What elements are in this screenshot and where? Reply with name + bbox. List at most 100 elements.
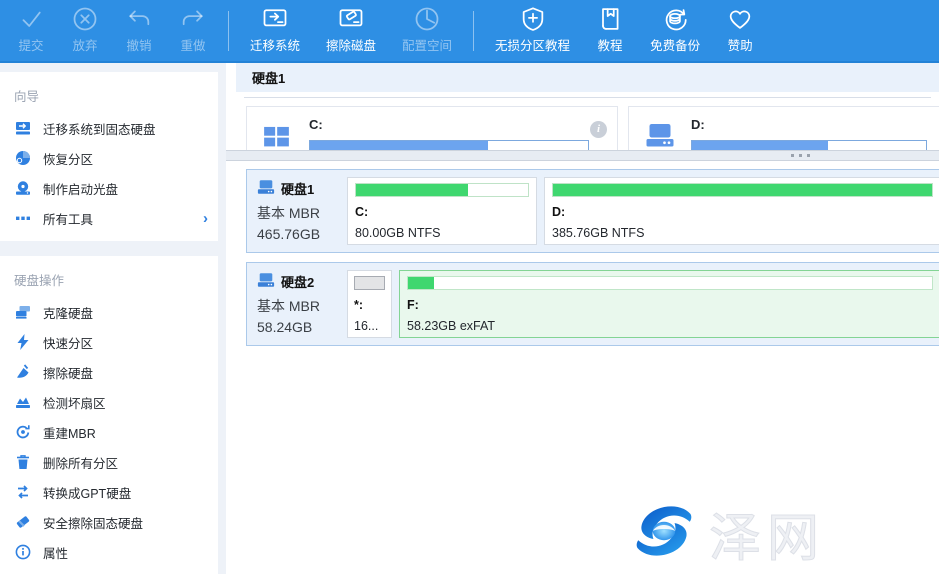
tab-disk1[interactable]: 硬盘1 — [236, 68, 285, 87]
toolbar-separator — [473, 11, 474, 51]
cancel-circle-icon — [71, 5, 99, 33]
sidebar-item-secure-erase-ssd[interactable]: 安全擦除固态硬盘 — [0, 507, 218, 537]
partition-info: 16... — [354, 319, 385, 333]
sidebar-item-delete-all-partitions[interactable]: 删除所有分区 — [0, 447, 218, 477]
partition-info: 385.76GB NTFS — [552, 226, 933, 240]
overview-drive-label: C: — [309, 117, 323, 132]
heart-icon — [726, 5, 754, 33]
eraser-icon — [14, 514, 31, 531]
usage-bar — [355, 183, 529, 197]
allocate-space-button[interactable]: 配置空间 — [389, 1, 465, 61]
sidebar-section-wizards: 向导 迁移系统到固态硬盘 恢复分区 制作启动光盘 所有工具 › — [0, 72, 218, 241]
sidebar-section-disk-operations: 硬盘操作 克隆硬盘 快速分区 擦除硬盘 检测坏扇区 重建MBR — [0, 256, 218, 574]
partition-drive-label: *: — [354, 298, 385, 312]
undo-icon — [125, 5, 153, 33]
toolbar: 提交 放弃 撤销 重做 迁移系统 擦除磁盘 配置空间 无损分区 — [0, 0, 939, 63]
overview-card-d[interactable]: D: — [628, 106, 939, 150]
disk-row-2[interactable]: 硬盘2 基本 MBR 58.24GB *: 16... F: 58.23GB e… — [246, 262, 939, 346]
splitter-handle[interactable] — [226, 150, 939, 161]
sidebar-item-label: 转换成GPT硬盘 — [43, 483, 131, 502]
hard-drive-icon — [257, 180, 275, 198]
partition-drive-label: F: — [407, 298, 933, 312]
pie-clock-icon — [413, 5, 441, 33]
info-icon[interactable]: i — [590, 121, 607, 138]
sidebar-item-label: 重建MBR — [43, 423, 96, 442]
rebuild-circular-arrow-icon — [14, 424, 31, 441]
partition-info: 80.00GB NTFS — [355, 226, 529, 240]
hard-drive-icon — [645, 123, 675, 150]
partition-f-selected[interactable]: F: 58.23GB exFAT — [399, 270, 939, 338]
overview-card-c[interactable]: C: i — [246, 106, 618, 150]
backup-database-icon — [660, 5, 690, 33]
bootable-disc-icon — [14, 180, 31, 197]
overview-usage-bar-c — [309, 140, 589, 150]
sidebar-item-label: 迁移系统到固态硬盘 — [43, 119, 156, 138]
main-panel: 硬盘1 C: i D: — [226, 63, 939, 574]
sidebar: 向导 迁移系统到固态硬盘 恢复分区 制作启动光盘 所有工具 › 硬盘操作 — [0, 65, 218, 574]
clone-disks-icon — [14, 304, 31, 321]
disk-overview: C: i D: — [226, 92, 939, 150]
partition-drive-label: C: — [355, 205, 529, 219]
usage-bar — [552, 183, 933, 197]
sidebar-item-recover-partition[interactable]: 恢复分区 — [0, 143, 218, 173]
disk-size: 58.24GB — [257, 319, 347, 335]
sidebar-item-label: 制作启动光盘 — [43, 179, 118, 198]
overview-divider — [244, 97, 931, 98]
shield-plus-icon — [519, 5, 547, 33]
discard-button[interactable]: 放弃 — [58, 1, 112, 61]
disk-tabstrip: 硬盘1 — [236, 63, 939, 92]
sidebar-item-convert-to-gpt[interactable]: 转换成GPT硬盘 — [0, 477, 218, 507]
sidebar-item-make-bootable-media[interactable]: 制作启动光盘 — [0, 173, 218, 203]
section-title-wizards: 向导 — [0, 78, 218, 113]
free-backup-button[interactable]: 免费备份 — [637, 1, 713, 61]
redo-icon — [179, 5, 207, 33]
book-icon — [596, 5, 624, 33]
check-icon — [17, 5, 45, 33]
section-title-disk-operations: 硬盘操作 — [0, 262, 218, 297]
usage-bar — [354, 276, 385, 290]
disk1-meta: 硬盘1 基本 MBR 465.76GB — [247, 170, 347, 252]
convert-swap-icon — [14, 484, 31, 501]
tutorial-button[interactable]: 教程 — [583, 1, 637, 61]
sidebar-item-clone-disk[interactable]: 克隆硬盘 — [0, 297, 218, 327]
sidebar-item-quick-partition[interactable]: 快速分区 — [0, 327, 218, 357]
hard-drive-icon — [257, 273, 275, 291]
partition-unnamed[interactable]: *: 16... — [347, 270, 392, 338]
sidebar-item-wipe-disk[interactable]: 擦除硬盘 — [0, 357, 218, 387]
sidebar-item-label: 安全擦除固态硬盘 — [43, 513, 143, 532]
disk-row-1[interactable]: 硬盘1 基本 MBR 465.76GB C: 80.00GB NTFS D: 3… — [246, 169, 939, 253]
migrate-os-button[interactable]: 迁移系统 — [237, 1, 313, 61]
ellipsis-icon — [14, 210, 31, 227]
wipe-disk-button[interactable]: 擦除磁盘 — [313, 1, 389, 61]
undo-button[interactable]: 撤销 — [112, 1, 166, 61]
overview-usage-bar-d — [691, 140, 927, 150]
sidebar-item-label: 克隆硬盘 — [43, 303, 93, 322]
wipe-disk-icon — [336, 5, 366, 33]
sidebar-item-label: 快速分区 — [43, 333, 93, 352]
windows-logo-icon — [263, 123, 293, 150]
disk-name: 硬盘1 — [281, 179, 314, 198]
sidebar-item-label: 属性 — [43, 543, 68, 562]
sidebar-item-rebuild-mbr[interactable]: 重建MBR — [0, 417, 218, 447]
info-circle-icon — [14, 544, 31, 561]
usage-bar — [407, 276, 933, 290]
partition-c[interactable]: C: 80.00GB NTFS — [347, 177, 537, 245]
splitter-dots-icon — [791, 154, 810, 157]
lossless-partition-tutorial-button[interactable]: 无损分区教程 — [482, 1, 583, 61]
disk-type: 基本 MBR — [257, 203, 347, 223]
chevron-right-icon: › — [203, 211, 208, 226]
sidebar-item-migrate-os-to-ssd[interactable]: 迁移系统到固态硬盘 — [0, 113, 218, 143]
sidebar-item-properties[interactable]: 属性 — [0, 537, 218, 567]
migrate-drive-icon — [14, 120, 31, 137]
broom-icon — [14, 364, 31, 381]
sidebar-item-all-tools[interactable]: 所有工具 › — [0, 203, 218, 233]
partition-d[interactable]: D: 385.76GB NTFS — [544, 177, 939, 245]
sidebar-item-label: 所有工具 — [43, 209, 93, 228]
sidebar-item-check-bad-sectors[interactable]: 检测坏扇区 — [0, 387, 218, 417]
apply-button[interactable]: 提交 — [4, 1, 58, 61]
lightning-icon — [14, 334, 31, 351]
donate-button[interactable]: 赞助 — [713, 1, 767, 61]
disk-size: 465.76GB — [257, 226, 347, 242]
redo-button[interactable]: 重做 — [166, 1, 220, 61]
disk-type: 基本 MBR — [257, 296, 347, 316]
